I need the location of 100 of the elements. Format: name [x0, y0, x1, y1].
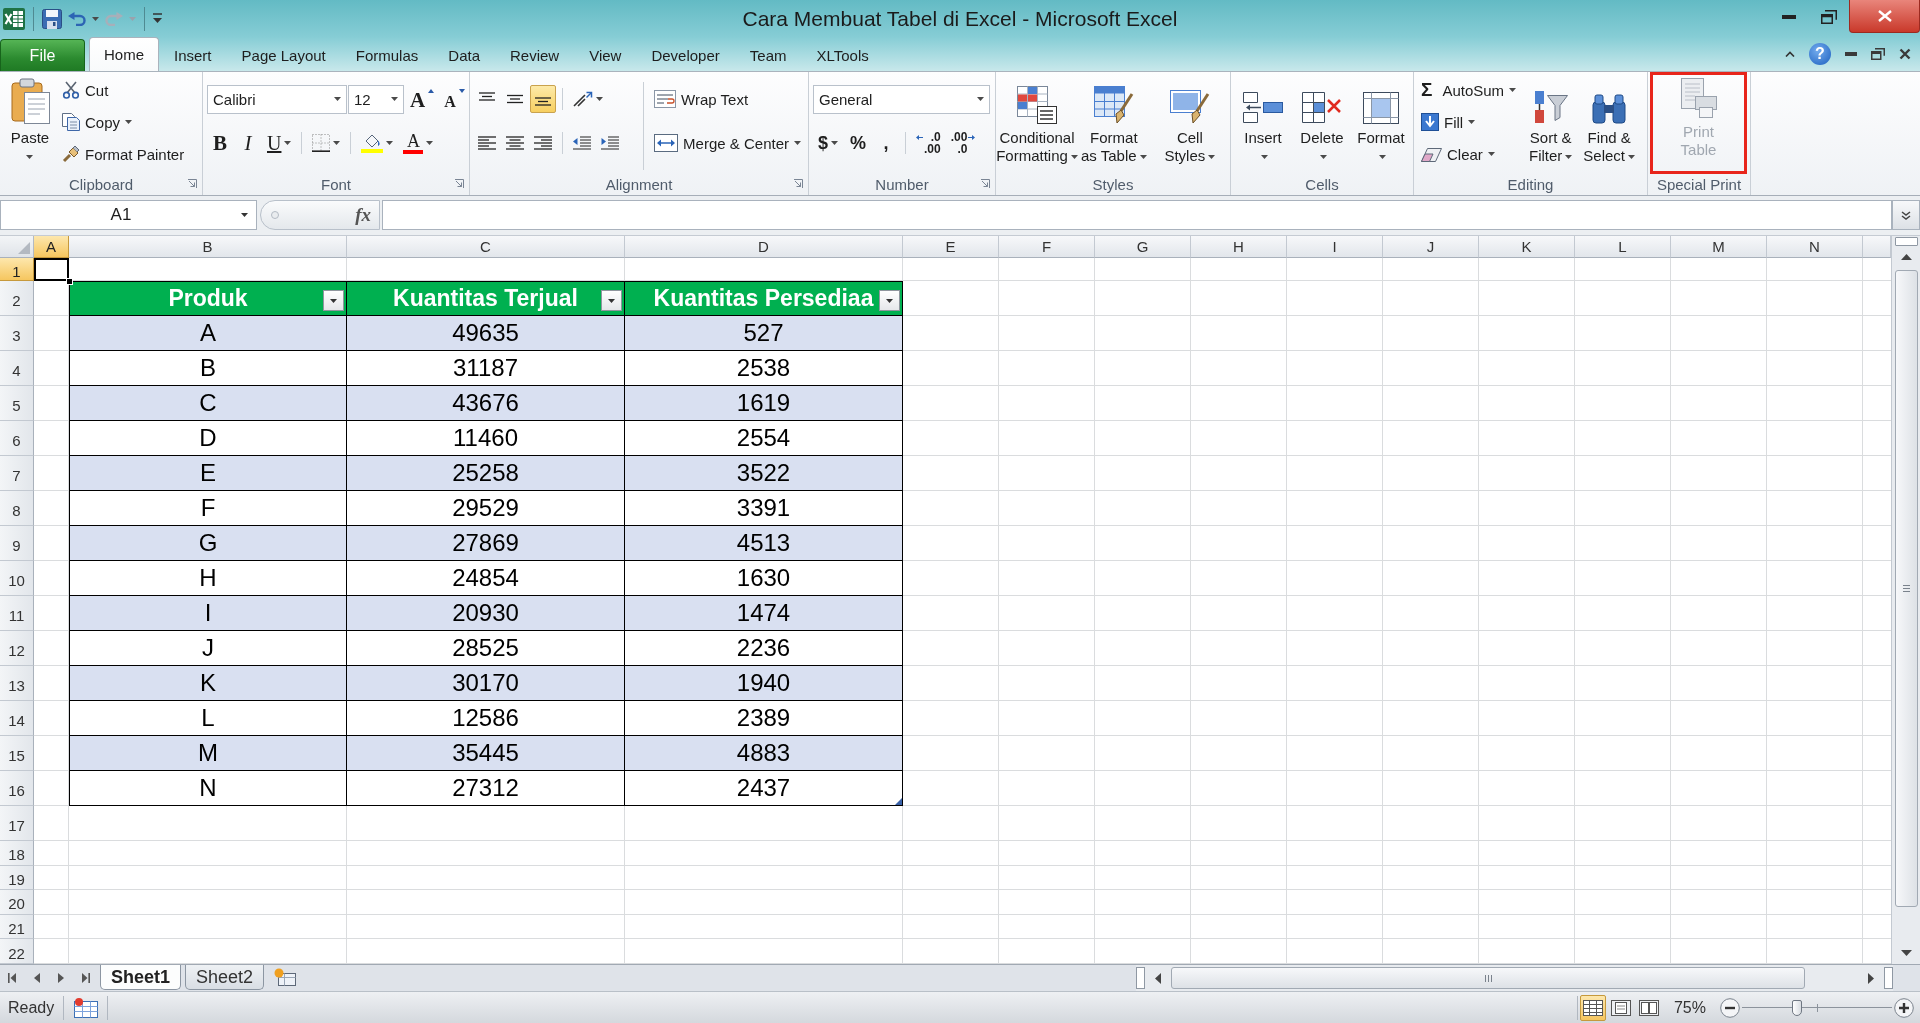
dialog-launcher-icon[interactable]: [187, 179, 197, 189]
dialog-launcher-icon[interactable]: [980, 179, 990, 189]
row-header[interactable]: 5: [0, 386, 34, 421]
spreadsheet-logo-icon[interactable]: [3, 7, 25, 30]
restore-icon[interactable]: [1871, 48, 1885, 60]
ribbon-tab[interactable]: Developer: [636, 39, 735, 71]
decrease-decimal-button[interactable]: .00 .0: [946, 129, 980, 157]
ribbon-tab[interactable]: Data: [433, 39, 495, 71]
row-header[interactable]: 11: [0, 596, 34, 631]
column-header[interactable]: C: [347, 236, 625, 258]
expand-formula-bar-button[interactable]: [1892, 200, 1920, 230]
row-header[interactable]: 19: [0, 865, 34, 891]
skip-forward-icon[interactable]: [82, 972, 90, 983]
comma-style-button[interactable]: ,: [873, 129, 900, 157]
format-painter-button[interactable]: Format Painter: [59, 140, 188, 168]
row-header[interactable]: 3: [0, 316, 34, 351]
filter-button[interactable]: [323, 290, 344, 311]
format-cells-button[interactable]: Format: [1353, 76, 1409, 173]
ribbon-tab[interactable]: XLTools: [801, 39, 884, 71]
column-header[interactable]: B: [69, 236, 347, 258]
increase-decimal-button[interactable]: .0 .00: [912, 129, 945, 157]
row-header[interactable]: 6: [0, 421, 34, 456]
row-header[interactable]: 16: [0, 771, 34, 806]
zoom-slider-thumb[interactable]: [1792, 999, 1803, 1016]
row-header[interactable]: 7: [0, 456, 34, 491]
skip-back-icon[interactable]: [8, 972, 16, 983]
dialog-launcher-icon[interactable]: [454, 179, 464, 189]
undo-icon[interactable]: [68, 11, 86, 26]
column-header[interactable]: J: [1383, 236, 1479, 258]
minimize-icon[interactable]: [1782, 14, 1796, 19]
record-grid-icon[interactable]: [74, 997, 99, 1018]
file-tab[interactable]: File: [0, 39, 85, 71]
collapse-ribbon-icon[interactable]: [1785, 51, 1795, 57]
underline-button[interactable]: U: [263, 129, 296, 157]
ribbon-tab[interactable]: Formulas: [340, 39, 434, 71]
ribbon-tab[interactable]: Home: [89, 37, 159, 71]
row-header[interactable]: 9: [0, 526, 34, 561]
row-header[interactable]: 1: [0, 258, 34, 281]
sheet-tab[interactable]: Sheet1: [100, 965, 182, 990]
paste-button[interactable]: Paste: [4, 76, 56, 173]
font-size-dropdown[interactable]: 12: [348, 84, 404, 114]
cut-button[interactable]: Cut: [59, 76, 188, 104]
normal-view-button[interactable]: [1579, 994, 1606, 1021]
font-color-button[interactable]: A: [399, 129, 438, 157]
copy-button[interactable]: Copy: [59, 108, 188, 136]
scrollbar-thumb[interactable]: [1171, 967, 1805, 989]
formula-input[interactable]: [382, 200, 1892, 230]
percent-button[interactable]: %: [845, 129, 872, 157]
scrollbar-thumb[interactable]: [1894, 270, 1918, 907]
clear-button[interactable]: Clear: [1418, 140, 1522, 168]
close-icon[interactable]: [1899, 48, 1911, 60]
find-select-button[interactable]: Find & Select: [1579, 76, 1640, 173]
filter-button[interactable]: [601, 290, 622, 311]
fill-button[interactable]: Fill: [1418, 108, 1522, 136]
shrink-font-button[interactable]: A: [440, 85, 469, 113]
zoom-in-icon[interactable]: [1894, 997, 1914, 1018]
filter-button[interactable]: [879, 290, 900, 311]
column-header[interactable]: E: [903, 236, 999, 258]
close-button[interactable]: [1849, 0, 1920, 33]
split-handle[interactable]: [1136, 967, 1145, 989]
align-bottom-button[interactable]: [530, 85, 556, 113]
row-header[interactable]: 21: [0, 914, 34, 940]
column-header[interactable]: N: [1767, 236, 1863, 258]
customize-toolbar-icon[interactable]: [153, 13, 162, 24]
ribbon-tab[interactable]: View: [574, 39, 637, 71]
row-header[interactable]: 20: [0, 890, 34, 915]
row-header[interactable]: 13: [0, 666, 34, 701]
column-header[interactable]: F: [999, 236, 1095, 258]
currency-button[interactable]: $: [813, 129, 843, 157]
vertical-scrollbar[interactable]: [1891, 236, 1920, 964]
row-header[interactable]: 15: [0, 736, 34, 771]
sheet-tab[interactable]: Sheet2: [185, 965, 265, 990]
column-header[interactable]: I: [1287, 236, 1383, 258]
row-header[interactable]: 8: [0, 491, 34, 526]
left-arrow-icon[interactable]: [34, 972, 40, 983]
resize-handle-icon[interactable]: [895, 798, 902, 805]
row-header[interactable]: 4: [0, 351, 34, 386]
sheet-sparkle-icon[interactable]: [274, 968, 297, 986]
delete-cells-button[interactable]: Delete: [1294, 76, 1350, 173]
column-header[interactable]: K: [1479, 236, 1575, 258]
row-header[interactable]: 14: [0, 701, 34, 736]
insert-function-button[interactable]: fx: [351, 204, 375, 226]
ribbon-tab[interactable]: Review: [495, 39, 575, 71]
row-header[interactable]: 10: [0, 561, 34, 596]
column-header[interactable]: L: [1575, 236, 1671, 258]
row-header[interactable]: 22: [0, 939, 34, 964]
italic-button[interactable]: I: [235, 129, 261, 157]
zoom-out-icon[interactable]: [1720, 997, 1740, 1018]
name-box[interactable]: A1: [0, 200, 257, 230]
format-as-table-button[interactable]: Format as Table: [1077, 76, 1151, 173]
wrap-text-button[interactable]: Wrap Text: [651, 85, 752, 113]
ribbon-tab[interactable]: Page Layout: [226, 39, 341, 71]
bold-button[interactable]: B: [207, 129, 233, 157]
dialog-launcher-icon[interactable]: [793, 179, 803, 189]
column-header[interactable]: H: [1191, 236, 1287, 258]
column-header[interactable]: D: [625, 236, 903, 258]
horizontal-scrollbar[interactable]: [1136, 965, 1893, 991]
fill-handle[interactable]: [66, 278, 73, 285]
font-name-dropdown[interactable]: Calibri: [207, 84, 347, 114]
grip-dot-icon[interactable]: [271, 211, 279, 219]
